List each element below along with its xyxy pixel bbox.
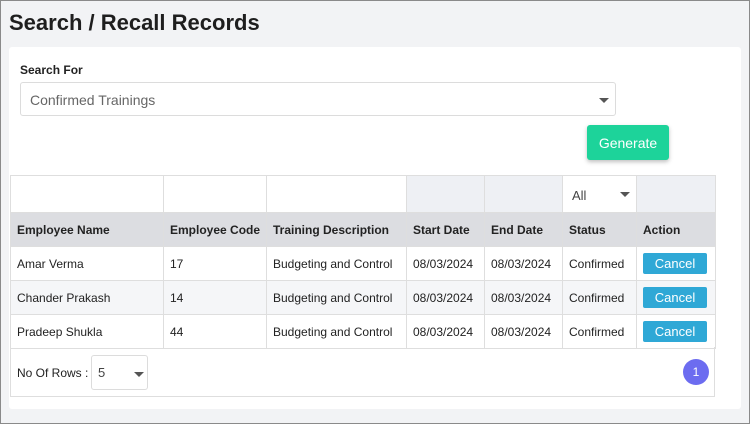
column-header[interactable]: Start Date — [406, 212, 485, 247]
employee-name-cell: Pradeep Shukla — [10, 314, 164, 349]
header-row: Employee Name Employee Code Training Des… — [10, 212, 716, 247]
rows-per-page-label: No Of Rows : — [17, 366, 89, 380]
generate-button[interactable]: Generate — [587, 125, 669, 160]
chevron-down-icon — [620, 191, 630, 197]
status-cell: Confirmed — [562, 280, 637, 315]
table-row: Amar Verma 17 Budgeting and Control 08/0… — [10, 246, 716, 281]
employee-code-cell: 44 — [163, 314, 267, 349]
filter-employee-code-input[interactable] — [170, 176, 264, 212]
filter-employee-code[interactable] — [163, 175, 267, 213]
column-header[interactable]: Status — [562, 212, 637, 247]
action-cell: Cancel — [636, 314, 716, 349]
status-filter-value: All — [572, 187, 587, 203]
search-card: Search For Confirmed Trainings Generate … — [9, 47, 741, 409]
rows-per-page-value: 5 — [98, 365, 106, 380]
column-header: Action — [636, 212, 716, 247]
status-filter-select[interactable]: All — [569, 177, 630, 212]
end-date-cell: 08/03/2024 — [484, 314, 563, 349]
chevron-down-icon — [599, 98, 609, 103]
filter-start-date — [406, 175, 485, 213]
status-cell: Confirmed — [562, 246, 637, 281]
filter-action — [636, 175, 716, 213]
column-header[interactable]: Employee Code — [163, 212, 267, 247]
search-for-label: Search For — [20, 63, 83, 77]
table-row: Pradeep Shukla 44 Budgeting and Control … — [10, 314, 716, 349]
table-row: Chander Prakash 14 Budgeting and Control… — [10, 280, 716, 315]
filter-employee-name-input[interactable] — [17, 176, 161, 212]
status-cell: Confirmed — [562, 314, 637, 349]
search-for-select[interactable]: Confirmed Trainings — [20, 82, 616, 116]
start-date-cell: 08/03/2024 — [406, 314, 485, 349]
action-cell: Cancel — [636, 280, 716, 315]
action-cell: Cancel — [636, 246, 716, 281]
employee-code-cell: 14 — [163, 280, 267, 315]
training-description-cell: Budgeting and Control — [266, 314, 407, 349]
rows-per-page-select[interactable]: 5 — [91, 355, 148, 390]
pagination-page-button[interactable]: 1 — [683, 359, 709, 385]
start-date-cell: 08/03/2024 — [406, 246, 485, 281]
filter-row: All — [10, 175, 716, 213]
employee-name-cell: Amar Verma — [10, 246, 164, 281]
training-description-cell: Budgeting and Control — [266, 280, 407, 315]
start-date-cell: 08/03/2024 — [406, 280, 485, 315]
column-header[interactable]: End Date — [484, 212, 563, 247]
cancel-button[interactable]: Cancel — [643, 321, 707, 342]
employee-name-cell: Chander Prakash — [10, 280, 164, 315]
records-table: All Employee Name Employee Code Training… — [10, 175, 716, 349]
training-description-cell: Budgeting and Control — [266, 246, 407, 281]
column-header[interactable]: Employee Name — [10, 212, 164, 247]
end-date-cell: 08/03/2024 — [484, 246, 563, 281]
cancel-button[interactable]: Cancel — [643, 253, 707, 274]
filter-end-date — [484, 175, 563, 213]
filter-training-description[interactable] — [266, 175, 407, 213]
chevron-down-icon — [134, 372, 144, 377]
end-date-cell: 08/03/2024 — [484, 280, 563, 315]
employee-code-cell: 17 — [163, 246, 267, 281]
cancel-button[interactable]: Cancel — [643, 287, 707, 308]
column-header[interactable]: Training Description — [266, 212, 407, 247]
search-for-value: Confirmed Trainings — [30, 92, 156, 108]
filter-employee-name[interactable] — [10, 175, 164, 213]
table-footer: No Of Rows : 5 1 — [10, 347, 715, 397]
page-title: Search / Recall Records — [9, 10, 260, 35]
filter-training-description-input[interactable] — [273, 176, 404, 212]
filter-status[interactable]: All — [562, 175, 637, 213]
